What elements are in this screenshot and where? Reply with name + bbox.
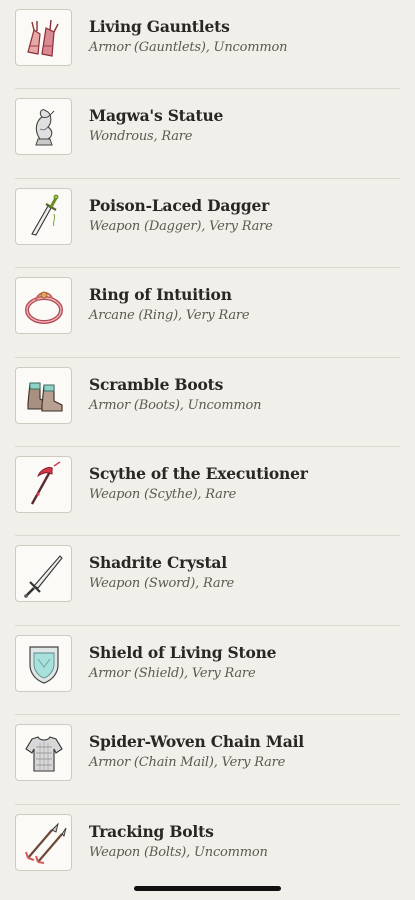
magic-item-list: Living Gauntlets Armor (Gauntlets), Unco…	[0, 0, 415, 894]
item-thumbnail	[15, 634, 72, 692]
list-item-living-gauntlets[interactable]: Living Gauntlets Armor (Gauntlets), Unco…	[0, 0, 415, 90]
item-thumbnail	[15, 98, 72, 156]
ring-icon	[24, 291, 63, 324]
sword-icon	[23, 555, 63, 598]
item-name: Shield of Living Stone	[89, 642, 277, 662]
item-type-rarity: Weapon (Sword), Rare	[89, 576, 234, 592]
gauntlets-icon	[26, 19, 59, 57]
item-type-rarity: Arcane (Ring), Very Rare	[89, 308, 250, 324]
item-type-rarity: Weapon (Scythe), Rare	[89, 486, 237, 502]
item-thumbnail	[15, 366, 72, 424]
list-item-poison-laced-dagger[interactable]: Poison-Laced Dagger Weapon (Dagger), Ver…	[0, 179, 415, 269]
list-item-shadrite-crystal[interactable]: Shadrite Crystal Weapon (Sword), Rare	[0, 536, 415, 626]
list-item-scramble-boots[interactable]: Scramble Boots Armor (Boots), Uncommon	[0, 358, 415, 447]
bolts-icon	[24, 822, 66, 865]
item-type-rarity: Armor (Boots), Uncommon	[89, 397, 262, 413]
list-item-spider-woven-chain-mail[interactable]: Spider-Woven Chain Mail Armor (Chain Mai…	[0, 715, 415, 805]
item-thumbnail	[15, 9, 72, 66]
item-name: Living Gauntlets	[89, 17, 230, 36]
item-name: Scythe of the Executioner	[89, 463, 308, 483]
item-name: Poison-Laced Dagger	[89, 195, 270, 215]
item-name: Shadrite Crystal	[89, 553, 227, 573]
list-item-tracking-bolts[interactable]: Tracking Bolts Weapon (Bolts), Uncommon	[0, 805, 415, 894]
list-item-magwas-statue[interactable]: Magwa's Statue Wondrous, Rare	[0, 89, 415, 179]
chain-mail-icon	[24, 735, 63, 772]
dagger-icon	[30, 194, 58, 236]
item-thumbnail	[15, 545, 72, 603]
item-type-rarity: Armor (Shield), Very Rare	[89, 665, 256, 681]
list-item-ring-of-intuition[interactable]: Ring of Intuition Arcane (Ring), Very Ra…	[0, 268, 415, 358]
home-indicator[interactable]	[134, 886, 281, 891]
item-type-rarity: Weapon (Dagger), Very Rare	[89, 218, 273, 234]
list-item-scythe-of-the-executioner[interactable]: Scythe of the Executioner Weapon (Scythe…	[0, 447, 415, 537]
item-type-rarity: Weapon (Bolts), Uncommon	[89, 844, 268, 860]
item-thumbnail	[15, 455, 72, 513]
shield-icon	[28, 646, 59, 684]
boots-icon	[26, 382, 63, 412]
statue-icon	[34, 109, 54, 146]
item-name: Magwa's Statue	[89, 106, 224, 126]
item-thumbnail	[15, 277, 72, 335]
item-thumbnail	[15, 813, 72, 871]
item-thumbnail	[15, 187, 72, 245]
item-thumbnail	[15, 724, 72, 782]
item-type-rarity: Armor (Gauntlets), Uncommon	[89, 40, 288, 55]
item-type-rarity: Armor (Chain Mail), Very Rare	[89, 755, 286, 771]
list-item-shield-of-living-stone[interactable]: Shield of Living Stone Armor (Shield), V…	[0, 626, 415, 716]
item-name: Spider-Woven Chain Mail	[89, 732, 304, 752]
item-name: Ring of Intuition	[89, 285, 232, 305]
item-name: Tracking Bolts	[89, 821, 214, 841]
scythe-icon	[30, 461, 60, 506]
item-name: Scramble Boots	[89, 374, 224, 394]
item-type-rarity: Wondrous, Rare	[89, 129, 193, 145]
